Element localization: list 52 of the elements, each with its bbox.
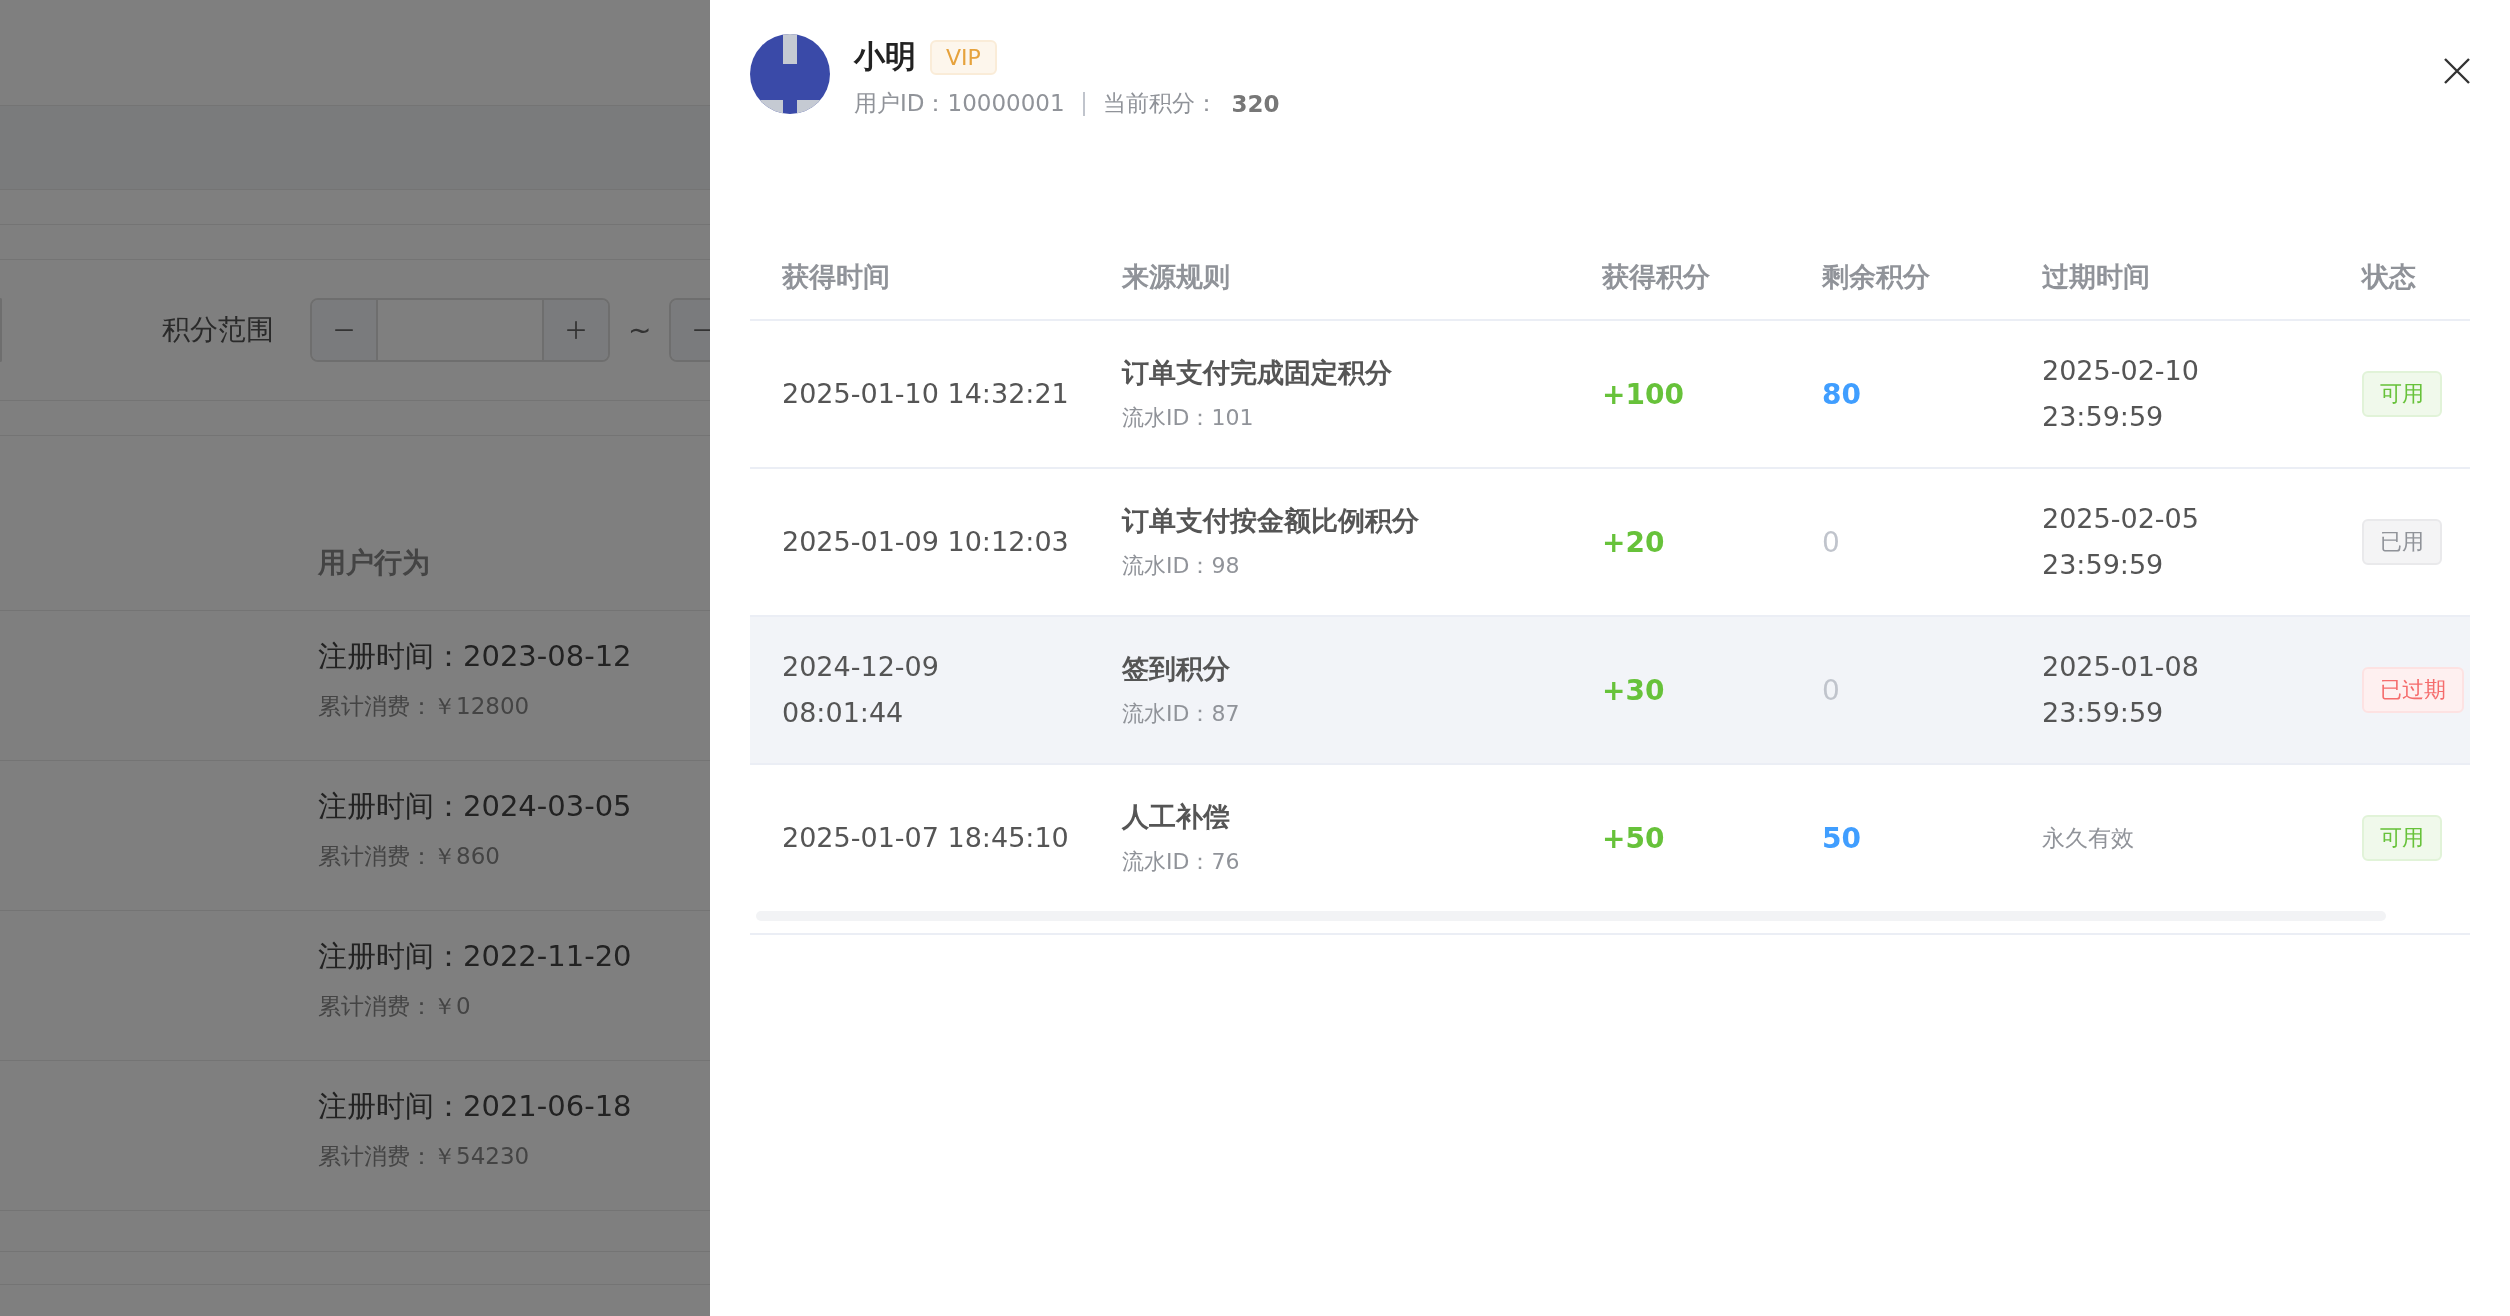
column-header: 过期时间	[2042, 259, 2151, 294]
flow-id: 流水ID：76	[1122, 848, 1241, 876]
rule-name: 签到积分	[1122, 652, 1231, 686]
user-name: 小明	[854, 37, 916, 76]
total-spend: 累计消费：￥860	[318, 842, 501, 871]
remaining-points: 0	[1822, 525, 1841, 559]
points-value: 320	[1231, 90, 1280, 117]
user-id: 用户ID：10000001	[854, 89, 1065, 118]
table-cell-text: 2025-01-10 14:32:21	[782, 377, 1070, 411]
remaining-points: 50	[1822, 821, 1862, 855]
earned-points: +100	[1602, 377, 1685, 411]
expiry-time: 2025-02-05 23:59:59	[2042, 502, 2200, 582]
rule-name: 订单支付按金额比例积分	[1122, 504, 1420, 538]
register-date: 注册时间：2021-06-18	[318, 1088, 633, 1125]
earned-points: +50	[1602, 821, 1666, 855]
status-tag: 可用	[2362, 371, 2442, 417]
table-cell-text: 2024-12-09 08:01:44	[782, 650, 940, 730]
table-cell-text: 2025-01-09 10:12:03	[782, 525, 1070, 559]
register-date: 注册时间：2022-11-20	[318, 938, 633, 975]
expiry-time: 2025-02-10 23:59:59	[2042, 354, 2200, 434]
column-header: 状态	[2362, 259, 2417, 294]
number-input[interactable]	[310, 298, 610, 362]
expiry-time: 2025-01-08 23:59:59	[2042, 650, 2200, 730]
column-header: 获得积分	[1602, 259, 1711, 294]
remaining-points: 80	[1822, 377, 1862, 411]
modal-overlay[interactable]	[0, 0, 710, 1316]
rule-name: 人工补偿	[1122, 800, 1231, 834]
close-icon[interactable]	[2444, 58, 2470, 84]
rule-name: 订单支付完成固定积分	[1122, 356, 1393, 390]
status-tag: 可用	[2362, 815, 2442, 861]
vip-badge: VIP	[930, 39, 997, 75]
total-spend: 累计消费：￥12800	[318, 692, 531, 721]
column-header: 获得时间	[782, 259, 891, 294]
table-cell-text: 2025-01-07 18:45:10	[782, 821, 1070, 855]
column-header: 剩余积分	[1822, 259, 1931, 294]
flow-id: 流水ID：87	[1122, 700, 1241, 728]
total-spend: 累计消费：￥54230	[318, 1142, 531, 1171]
status-tag: 已用	[2362, 519, 2442, 565]
points-label: 当前积分：	[1102, 89, 1218, 118]
filter-label: 积分范围	[162, 312, 274, 348]
earned-points: +30	[1602, 673, 1666, 707]
column-header: 来源规则	[1122, 259, 1231, 294]
column-header: 用户行为	[318, 545, 430, 581]
expiry-time: 永久有效	[2042, 824, 2135, 853]
flow-id: 流水ID：101	[1122, 404, 1255, 432]
earned-points: +20	[1602, 525, 1666, 559]
register-date: 注册时间：2024-03-05	[318, 788, 633, 825]
total-spend: 累计消费：￥0	[318, 992, 472, 1021]
range-separator: ~	[628, 313, 652, 347]
status-tag: 已过期	[2362, 667, 2464, 713]
register-date: 注册时间：2023-08-12	[318, 638, 633, 675]
flow-id: 流水ID：98	[1122, 552, 1241, 580]
